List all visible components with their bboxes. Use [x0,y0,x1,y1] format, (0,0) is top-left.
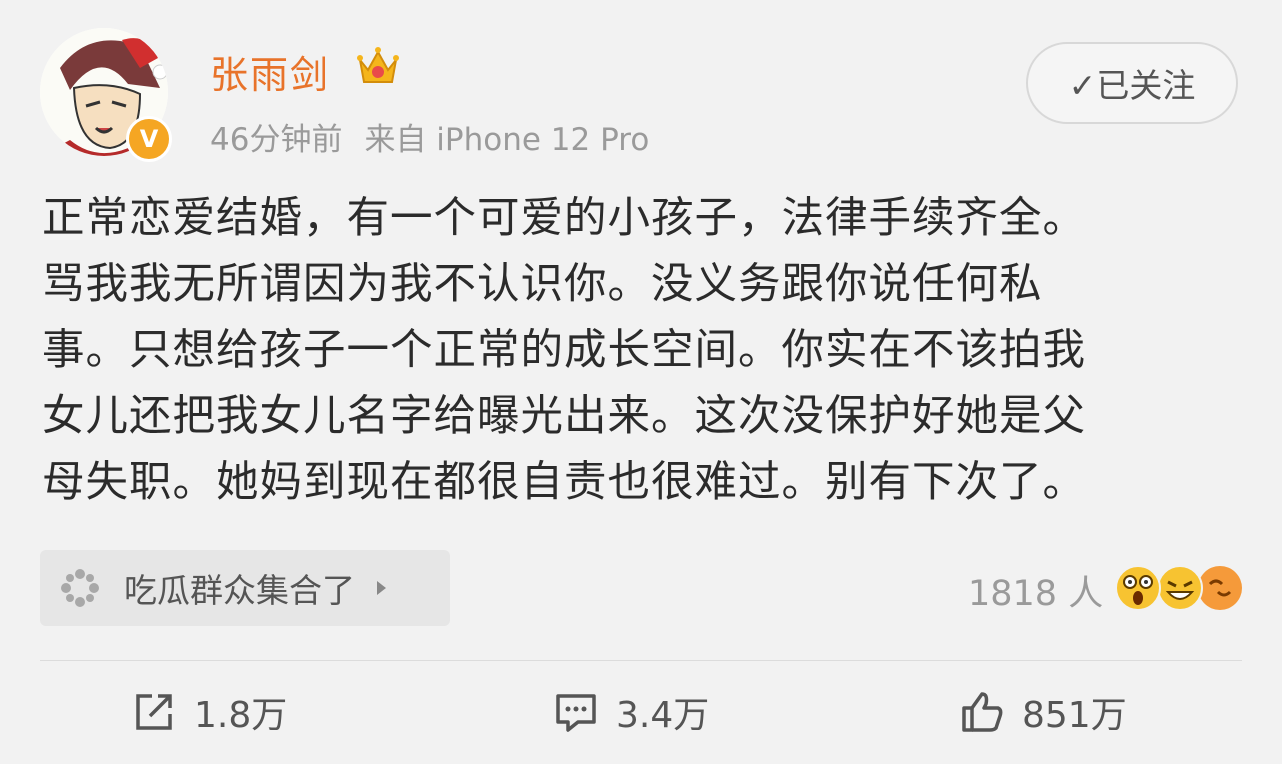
post-time: 46分钟前 [210,122,343,158]
topic-label: 吃瓜群众集合了 [124,571,355,610]
post-line: 正常恋爱结婚，有一个可爱的小孩子，法律手续齐全。 [42,194,1087,243]
chevron-right-icon [377,581,386,595]
reaction-count[interactable]: 1818 人 [968,565,1103,616]
like-icon [962,692,1003,732]
comment-button[interactable]: 3.4万 [554,686,709,738]
verified-badge-icon: V [126,116,172,162]
like-button[interactable]: 851万 [960,686,1127,738]
share-icon [136,694,172,730]
username[interactable]: 张雨剑 [210,44,330,99]
like-count: 851万 [1022,695,1127,736]
post-meta: 46分钟前 来自 iPhone 12 Pro [210,114,649,159]
follow-button-label: ✓已关注 [1068,66,1196,105]
post-content: 正常恋爱结婚，有一个可爱的小孩子，法律手续齐全。 骂我我无所谓因为我不认识你。没… [42,186,1247,516]
divider [40,660,1242,661]
comment-icon [556,694,596,732]
repost-button[interactable]: 1.8万 [132,686,287,738]
follow-button[interactable]: ✓已关注 [1026,42,1238,124]
reaction-emojis-icon[interactable] [1114,562,1242,614]
comment-count: 3.4万 [616,695,710,736]
repost-count: 1.8万 [194,695,288,736]
post-line: 事。只想给孩子一个正常的成长空间。你实在不该拍我 [42,326,1087,375]
post-line: 骂我我无所谓因为我不认识你。没义务跟你说任何私 [42,260,1043,309]
post-line: 女儿还把我女儿名字给曝光出来。这次没保护好她是父 [42,392,1087,441]
post-source[interactable]: 来自 iPhone 12 Pro [364,122,649,158]
topic-chip[interactable]: 吃瓜群众集合了 [40,550,450,626]
crown-icon [357,47,399,83]
post-line: 母失职。她妈到现在都很自责也很难过。别有下次了。 [42,458,1087,507]
topic-icon [61,569,99,607]
